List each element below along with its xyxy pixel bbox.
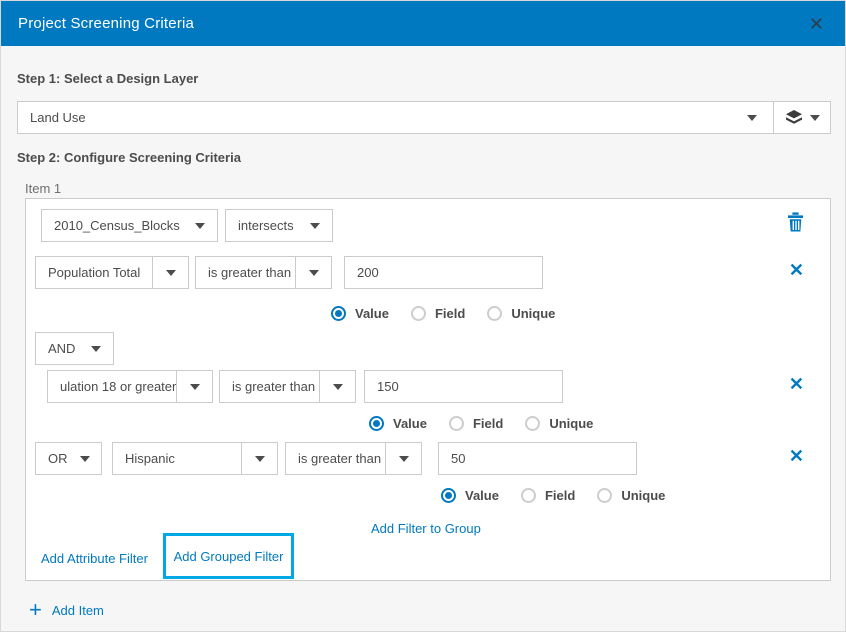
filter3-mode-radio-group: Value Field Unique [441, 487, 687, 503]
filter1-field-select[interactable]: Population Total [35, 256, 189, 289]
filter1-mode-radio-group: Value Field Unique [331, 305, 577, 321]
filter3-operator-value: is greater than [286, 443, 385, 474]
filter2-field-value: ulation 18 or greater [48, 371, 176, 402]
step2-label: Step 2: Configure Screening Criteria [17, 150, 241, 165]
filter3-field-value: Hispanic [113, 443, 241, 474]
chevron-down-icon [295, 257, 331, 288]
filter2-value-input[interactable] [364, 370, 563, 403]
filter3-value-input[interactable] [438, 442, 637, 475]
remove-filter3-icon[interactable]: ✕ [789, 447, 804, 465]
radio-unique-label: Unique [621, 488, 665, 503]
spatial-operator-select[interactable]: intersects [225, 209, 333, 242]
chevron-down-icon [241, 443, 277, 474]
chevron-down-icon [319, 371, 355, 402]
radio-field-label: Field [473, 416, 503, 431]
add-item-label: Add Item [52, 603, 104, 618]
remove-filter1-icon[interactable]: ✕ [789, 261, 804, 279]
step1-label: Step 1: Select a Design Layer [17, 71, 198, 86]
radio-value-selected[interactable] [369, 416, 384, 431]
item1-panel: 2010_Census_Blocks intersects Population… [25, 198, 831, 581]
filter3-logic-value: OR [48, 451, 68, 466]
chevron-down-icon [195, 223, 205, 229]
dialog-header: Project Screening Criteria ✕ [1, 1, 845, 46]
group-logic-value: AND [48, 341, 75, 356]
chevron-down-icon [810, 115, 820, 121]
radio-field-label: Field [545, 488, 575, 503]
filter3-logic-select[interactable]: OR [35, 442, 102, 475]
radio-value-label: Value [355, 306, 389, 321]
radio-unique[interactable] [487, 306, 502, 321]
radio-value-selected[interactable] [441, 488, 456, 503]
filter1-operator-value: is greater than [196, 257, 295, 288]
add-attribute-filter-link[interactable]: Add Attribute Filter [41, 551, 148, 566]
filter2-operator-select[interactable]: is greater than [219, 370, 356, 403]
filter2-operator-value: is greater than [220, 371, 319, 402]
project-screening-criteria-dialog: Project Screening Criteria ✕ Step 1: Sel… [0, 0, 846, 632]
design-layer-value: Land Use [18, 110, 747, 125]
group-logic-select[interactable]: AND [35, 332, 114, 365]
chevron-down-icon [176, 371, 212, 402]
delete-item-button[interactable] [787, 212, 804, 235]
chevron-down-icon [310, 223, 320, 229]
radio-field[interactable] [449, 416, 464, 431]
radio-unique-label: Unique [511, 306, 555, 321]
filter3-operator-select[interactable]: is greater than [285, 442, 422, 475]
item-label: Item 1 [25, 181, 61, 196]
radio-field[interactable] [521, 488, 536, 503]
add-grouped-filter-highlight-box: Add Grouped Filter [163, 533, 294, 579]
chevron-down-icon [747, 115, 757, 121]
target-layer-select[interactable]: 2010_Census_Blocks [41, 209, 218, 242]
target-layer-value: 2010_Census_Blocks [54, 218, 180, 233]
radio-unique[interactable] [525, 416, 540, 431]
spatial-operator-value: intersects [238, 218, 294, 233]
dialog-title: Project Screening Criteria [18, 15, 805, 32]
close-icon[interactable]: ✕ [805, 13, 828, 35]
add-item-button[interactable]: + Add Item [29, 601, 104, 619]
remove-filter2-icon[interactable]: ✕ [789, 375, 804, 393]
layers-icon [785, 110, 803, 126]
add-filter-to-group-link[interactable]: Add Filter to Group [371, 521, 481, 536]
design-layer-select[interactable]: Land Use [17, 101, 831, 134]
chevron-down-icon [91, 346, 101, 352]
radio-value-label: Value [465, 488, 499, 503]
radio-value-selected[interactable] [331, 306, 346, 321]
filter1-operator-select[interactable]: is greater than [195, 256, 332, 289]
layer-options-button[interactable] [773, 102, 830, 133]
trash-icon [787, 212, 804, 232]
chevron-down-icon [80, 456, 90, 462]
filter1-value-input[interactable] [344, 256, 543, 289]
filter1-field-value: Population Total [36, 257, 152, 288]
filter2-field-select[interactable]: ulation 18 or greater [47, 370, 213, 403]
radio-field[interactable] [411, 306, 426, 321]
filter2-mode-radio-group: Value Field Unique [369, 415, 615, 431]
radio-unique-label: Unique [549, 416, 593, 431]
radio-unique[interactable] [597, 488, 612, 503]
chevron-down-icon [152, 257, 188, 288]
filter3-field-select[interactable]: Hispanic [112, 442, 278, 475]
add-grouped-filter-link[interactable]: Add Grouped Filter [174, 549, 284, 564]
plus-icon: + [29, 601, 42, 619]
radio-value-label: Value [393, 416, 427, 431]
chevron-down-icon [385, 443, 421, 474]
radio-field-label: Field [435, 306, 465, 321]
